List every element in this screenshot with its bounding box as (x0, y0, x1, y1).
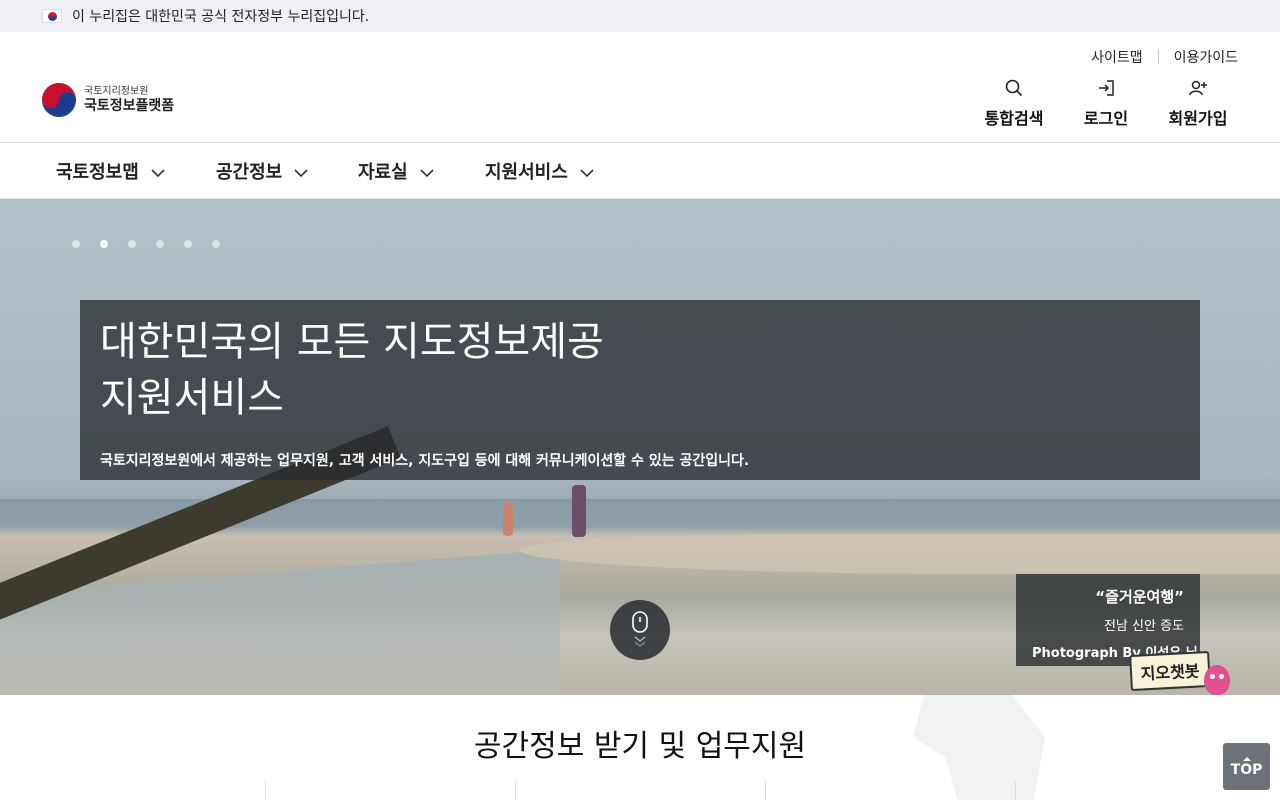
hero-text-box: 대한민국의 모든 지도정보제공 지원서비스 국토지리정보원에서 제공하는 업무지… (80, 300, 1200, 480)
hero-title-line1: 대한민국의 모든 지도정보제공 (100, 319, 604, 365)
logo-site-name: 국토정보플랫폼 (84, 98, 175, 114)
signup-button[interactable]: 회원가입 (1168, 75, 1228, 129)
nav-item-label: 지원서비스 (485, 162, 568, 183)
slide-dot[interactable] (128, 240, 136, 248)
slide-dot[interactable] (212, 240, 220, 248)
divider (265, 781, 266, 800)
slide-pagination (72, 240, 220, 248)
scroll-top-button[interactable]: TOP (1223, 743, 1270, 790)
login-button[interactable]: 로그인 (1076, 75, 1136, 129)
login-icon (1097, 75, 1115, 101)
person-figure (572, 485, 586, 537)
caption-place: 전남 신안 증도 (1103, 619, 1184, 634)
taeguk-logo-icon (42, 83, 76, 117)
nav-item-map[interactable]: 국토정보맵 (56, 143, 165, 199)
chatbot-button[interactable]: 지오챗봇 (1129, 647, 1235, 702)
section-title: 공간정보 받기 및 업무지원 (473, 729, 807, 764)
chevron-down-icon (420, 161, 434, 182)
korea-flag-icon (42, 9, 62, 23)
slide-dot[interactable] (100, 240, 108, 248)
hero-description: 국토지리정보원에서 제공하는 업무지원, 고객 서비스, 지도구입 등에 대해 … (100, 453, 750, 469)
slide-dot[interactable] (156, 240, 164, 248)
login-button-label: 로그인 (1083, 109, 1129, 128)
site-logo[interactable]: 국토지리정보원 국토정보플랫폼 (42, 83, 174, 117)
divider (515, 781, 516, 800)
header: 국토지리정보원 국토정보플랫폼 사이트맵 이용가이드 통합검색 로그인 회원가입 (0, 32, 1280, 143)
search-button[interactable]: 통합검색 (984, 75, 1044, 129)
nav-item-label: 자료실 (358, 162, 408, 183)
chatbot-mascot-icon (1204, 665, 1230, 695)
child-figure (503, 502, 513, 536)
main-nav: 국토정보맵 공간정보 자료실 지원서비스 (0, 143, 1280, 199)
support-section: 공간정보 받기 및 업무지원 (0, 695, 1280, 800)
logo-org-name: 국토지리정보원 (84, 86, 149, 97)
nav-item-support[interactable]: 지원서비스 (485, 143, 594, 199)
chatbot-label: 지오챗봇 (1129, 650, 1211, 692)
nav-item-archive[interactable]: 자료실 (358, 143, 434, 199)
utility-buttons: 통합검색 로그인 회원가입 (984, 75, 1228, 129)
scroll-down-button[interactable] (610, 600, 670, 660)
mouse-scroll-icon (632, 611, 648, 647)
gov-banner-text: 이 누리집은 대한민국 공식 전자정부 누리집입니다. (72, 9, 370, 25)
slide-dot[interactable] (184, 240, 192, 248)
search-icon (1005, 75, 1023, 101)
hero-title-line2: 지원서비스 (100, 375, 284, 421)
nav-item-spatial[interactable]: 공간정보 (216, 143, 308, 199)
guide-link[interactable]: 이용가이드 (1174, 47, 1238, 67)
sitemap-link[interactable]: 사이트맵 (1091, 47, 1143, 67)
divider (765, 781, 766, 800)
signup-button-label: 회원가입 (1168, 109, 1228, 128)
nav-item-label: 공간정보 (216, 162, 283, 183)
hero-banner: 대한민국의 모든 지도정보제공 지원서비스 국토지리정보원에서 제공하는 업무지… (0, 199, 1280, 695)
search-button-label: 통합검색 (984, 109, 1044, 128)
caption-title: “즐거운여행” (1095, 588, 1184, 606)
slide-dot[interactable] (72, 240, 80, 248)
chevron-down-icon (580, 161, 594, 182)
chevron-down-icon (294, 161, 308, 182)
divider (1015, 781, 1016, 800)
utility-links: 사이트맵 이용가이드 (1091, 47, 1238, 67)
top-button-label: TOP (1230, 761, 1263, 778)
divider (1157, 50, 1159, 64)
chevron-down-icon (151, 161, 165, 182)
gov-banner: 이 누리집은 대한민국 공식 전자정부 누리집입니다. (0, 0, 1280, 32)
nav-item-label: 국토정보맵 (56, 162, 139, 183)
user-plus-icon (1188, 75, 1208, 101)
